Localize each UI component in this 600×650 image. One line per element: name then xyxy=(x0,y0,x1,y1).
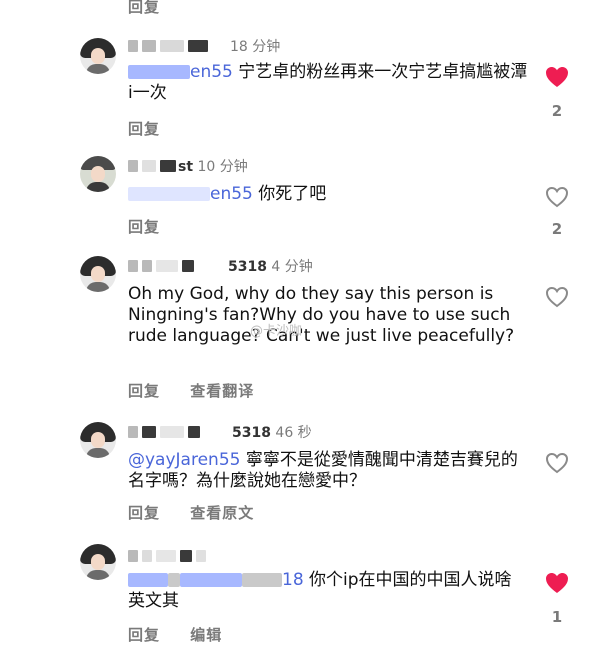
comment-text: en55 你死了吧 xyxy=(128,184,528,205)
comment-actions: 回复 查看原文 xyxy=(128,502,278,523)
comment-actions: 回复 编辑 xyxy=(128,624,246,645)
comment-meta: 5318 46 秒 xyxy=(128,424,312,442)
comment-text: @yayJaren55 寧寧不是從愛情醜聞中清楚吉賽兒的名字嗎？為什麼說她在戀愛… xyxy=(128,450,528,492)
heart-outline-icon[interactable] xyxy=(545,452,569,474)
mention-link[interactable]: 18 xyxy=(282,570,304,590)
like-count: 1 xyxy=(551,608,563,626)
comment-meta xyxy=(128,548,210,566)
reply-button[interactable]: 回复 xyxy=(128,504,160,522)
user-avatar-icon[interactable] xyxy=(80,422,116,458)
reply-button-previous[interactable]: 回复 xyxy=(128,0,160,17)
heart-liked-icon[interactable] xyxy=(545,66,569,88)
comment-text: en55 宁艺卓的粉丝再来一次宁艺卓搞尴被潭i一次 xyxy=(128,62,528,104)
comment-time: st 10 分钟 xyxy=(178,159,248,175)
comment-meta: 18 分钟 xyxy=(128,38,280,56)
mention-link[interactable]: en55 xyxy=(190,62,233,82)
reply-button[interactable]: 回复 xyxy=(128,626,160,644)
heart-outline-icon[interactable] xyxy=(545,286,569,308)
comment-time: 5318 4 分钟 xyxy=(228,259,313,275)
reply-button[interactable]: 回复 xyxy=(128,218,160,236)
reply-button[interactable]: 回复 xyxy=(128,120,160,138)
like-count: 2 xyxy=(551,102,563,120)
mention-link[interactable]: @yayJaren55 xyxy=(128,450,240,470)
translate-button[interactable]: 查看翻译 xyxy=(190,382,254,400)
view-original-button[interactable]: 查看原文 xyxy=(190,504,254,522)
comment-actions: 回复 xyxy=(128,118,184,139)
watermark: @卡沙咖 xyxy=(250,324,303,339)
comment-meta: st 10 分钟 xyxy=(128,158,248,176)
comment-body: 你死了吧 xyxy=(258,184,327,204)
comment-time: 18 分钟 xyxy=(230,39,281,55)
comment-body: Oh my God, why do they say this person i… xyxy=(128,284,515,346)
user-avatar-icon[interactable] xyxy=(80,38,116,74)
user-avatar-icon[interactable] xyxy=(80,156,116,192)
comment-time: 5318 46 秒 xyxy=(232,425,312,441)
heart-outline-icon[interactable] xyxy=(545,186,569,208)
reply-button[interactable]: 回复 xyxy=(128,382,160,400)
comment-text: Oh my God, why do they say this person i… xyxy=(128,284,528,347)
heart-liked-icon[interactable] xyxy=(545,572,569,594)
edit-button[interactable]: 编辑 xyxy=(190,626,222,644)
mention-link[interactable]: en55 xyxy=(210,184,253,204)
comment-actions: 回复 xyxy=(128,216,184,237)
comment-actions: 回复 查看翻译 xyxy=(128,380,278,401)
comment-text: 18 你个ip在中国的中国人说啥英文其 xyxy=(128,570,528,612)
user-avatar-icon[interactable] xyxy=(80,544,116,580)
like-count: 2 xyxy=(551,220,563,238)
comment-meta: 5318 4 分钟 xyxy=(128,258,313,276)
user-avatar-icon[interactable] xyxy=(80,256,116,292)
